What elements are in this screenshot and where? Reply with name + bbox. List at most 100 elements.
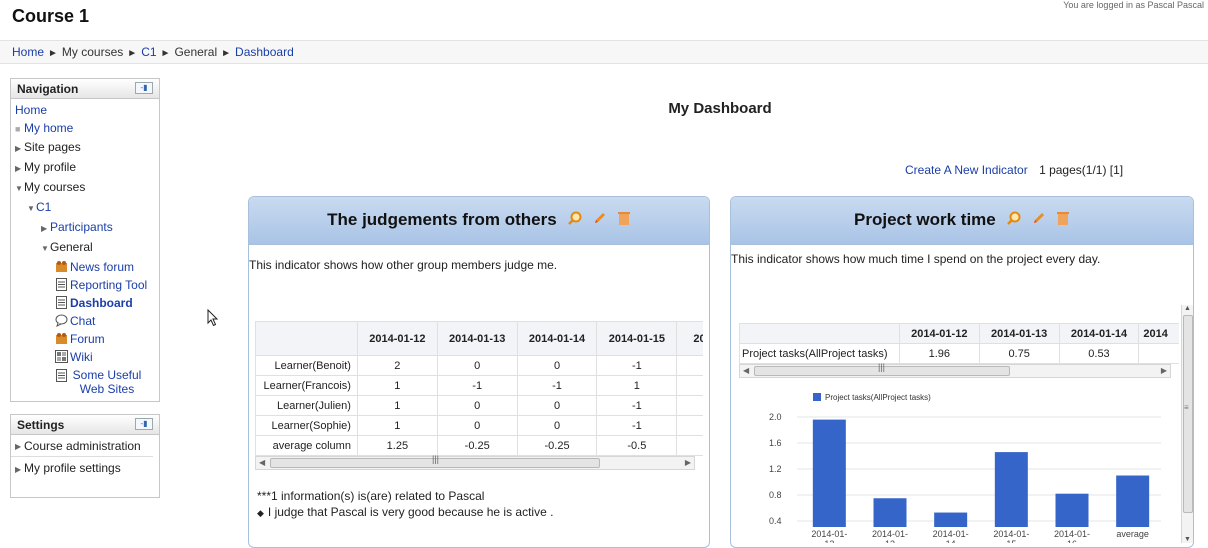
table-cell: -0.25 [516, 435, 598, 456]
table-row: Learner(Benoit) 2 0 0 -1 [255, 355, 703, 376]
chart-x-tick: average [1116, 529, 1149, 539]
bar-chart: Project tasks(AllProject tasks) 2.0 1.6 1.… [769, 393, 1161, 543]
nav-home-link[interactable]: Home [15, 103, 47, 117]
nav-general-label[interactable]: General [50, 240, 93, 254]
chart-y-tick: 1.6 [769, 438, 782, 448]
breadcrumb-separator-icon: ► [160, 48, 171, 59]
scroll-left-icon[interactable]: ◀ [259, 458, 265, 467]
breadcrumb-home[interactable]: Home [12, 45, 44, 59]
settings-course-admin-label[interactable]: Course administration [24, 439, 144, 456]
nav-item-my-profile[interactable]: ▶ My profile [11, 158, 159, 178]
course-title: Course 1 [12, 6, 90, 26]
nav-item-c1[interactable]: ▼C1 [11, 198, 159, 218]
table-horizontal-scrollbar[interactable]: ◀ ||| ▶ [255, 454, 695, 470]
table-cell: 1.25 [356, 435, 438, 456]
table-header-cell: 2014-01-13 [978, 323, 1060, 344]
nav-some-useful-link[interactable]: Some Useful Web Sites [70, 366, 144, 396]
nav-news-forum-link[interactable]: News forum [70, 260, 134, 274]
table-cell: 0 [436, 415, 518, 436]
nav-item-site-pages[interactable]: ▶ Site pages [11, 138, 159, 158]
chat-icon [55, 314, 68, 327]
nav-item-participants[interactable]: ▶ Participants [11, 218, 159, 238]
scrollbar-thumb[interactable] [1183, 315, 1193, 513]
collapsed-arrow-icon: ▶ [15, 144, 22, 153]
breadcrumb-c1[interactable]: C1 [141, 45, 156, 59]
dock-icon[interactable]: -▮ [135, 418, 153, 430]
nav-reporting-tool-link[interactable]: Reporting Tool [70, 278, 147, 292]
scroll-left-icon[interactable]: ◀ [743, 366, 749, 375]
nav-item-chat[interactable]: Chat [11, 312, 159, 330]
delete-icon[interactable] [1056, 210, 1070, 226]
nav-item-some-useful[interactable]: Some Useful Web Sites [11, 366, 159, 396]
table-cell: 0 [436, 355, 518, 376]
search-icon[interactable] [1006, 210, 1022, 226]
chart-bars [812, 419, 1150, 527]
nav-item-forum[interactable]: Forum [11, 330, 159, 348]
nav-c1-link[interactable]: C1 [36, 200, 51, 214]
edit-icon[interactable] [1031, 210, 1047, 226]
table-header-cell: 2014 [676, 321, 703, 356]
nav-item-wiki[interactable]: Wiki [11, 348, 159, 366]
table-row-label: Learner(Benoit) [255, 355, 358, 376]
edit-icon[interactable] [592, 210, 608, 226]
chart-x-tick-line2: 14 [946, 539, 956, 543]
nav-item-reporting-tool[interactable]: Reporting Tool [11, 276, 159, 294]
table-cell: 2 [356, 355, 438, 376]
table-row: Project tasks(AllProject tasks) 1.96 0.7… [739, 343, 1179, 364]
scroll-right-icon[interactable]: ▶ [685, 458, 691, 467]
nav-chat-link[interactable]: Chat [70, 314, 95, 328]
table-cell [676, 375, 703, 396]
nav-item-general[interactable]: ▼General [11, 238, 159, 258]
delete-icon[interactable] [617, 210, 631, 226]
nav-site-pages-label[interactable]: Site pages [24, 140, 81, 154]
document-icon [56, 296, 67, 309]
table-cell: -1 [436, 375, 518, 396]
breadcrumb-my-courses[interactable]: My courses [62, 45, 123, 59]
panel-vertical-scrollbar[interactable]: ▲ ≡ ▼ [1181, 305, 1193, 543]
table-header-cell: 2014-01-13 [436, 321, 518, 356]
nav-participants-link[interactable]: Participants [50, 220, 113, 234]
table-cell: -1 [596, 355, 678, 376]
nav-item-my-home[interactable]: ■ My home [11, 119, 159, 138]
chart-bar [812, 419, 846, 527]
table-header-cell: 2014-01-14 [516, 321, 598, 356]
breadcrumb-general[interactable]: General [174, 45, 217, 59]
nav-forum-link[interactable]: Forum [70, 332, 105, 346]
judgement-table-wrapper: 2014-01-12 2014-01-13 2014-01-14 2014-01… [255, 321, 703, 470]
nav-item-home[interactable]: Home [11, 101, 159, 119]
table-cell: -1 [596, 395, 678, 416]
settings-item-course-admin[interactable]: ▶ Course administration [11, 435, 153, 457]
create-indicator-link[interactable]: Create A New Indicator [905, 163, 1028, 177]
table-row: Learner(Julien) 1 0 0 -1 [255, 395, 703, 416]
nav-item-my-courses[interactable]: ▼My courses [11, 178, 159, 198]
scroll-up-icon[interactable]: ▲ [1184, 305, 1191, 312]
nav-my-home-link[interactable]: My home [24, 121, 73, 135]
nav-item-dashboard[interactable]: Dashboard [11, 294, 159, 312]
search-icon[interactable] [567, 210, 583, 226]
nav-item-news-forum[interactable]: News forum [11, 258, 159, 276]
panel-description: This indicator shows how other group mem… [249, 258, 558, 272]
scroll-down-icon[interactable]: ▼ [1184, 536, 1191, 543]
nav-dashboard-link[interactable]: Dashboard [70, 296, 133, 310]
table-row: Learner(Sophie) 1 0 0 -1 [255, 415, 703, 436]
table-cell: 1 [356, 395, 438, 416]
judgement-item: ◆ I judge that Pascal is very good becaus… [257, 505, 553, 519]
dock-icon[interactable]: -▮ [135, 82, 153, 94]
navigation-header: Navigation -▮ [11, 79, 159, 99]
table-row: Learner(Francois) 1 -1 -1 1 [255, 375, 703, 396]
document-icon [56, 278, 67, 291]
settings-item-profile-settings[interactable]: ▶ My profile settings [11, 457, 159, 475]
scroll-right-icon[interactable]: ▶ [1161, 366, 1167, 375]
settings-profile-label[interactable]: My profile settings [24, 461, 121, 475]
nav-wiki-link[interactable]: Wiki [70, 350, 93, 364]
breadcrumb: Home ► My courses ► C1 ► General ► Dashboard [0, 40, 1208, 64]
table-horizontal-scrollbar[interactable]: ◀ ||| ▶ [739, 362, 1171, 378]
panel-actions [567, 198, 630, 244]
nav-my-courses-label[interactable]: My courses [24, 180, 85, 194]
pages-indicator[interactable]: 1 pages(1/1) [1] [1039, 163, 1123, 177]
chart-x-tick: 2014-01- [993, 529, 1029, 539]
table-cell: 0.53 [1058, 343, 1140, 364]
breadcrumb-dashboard[interactable]: Dashboard [235, 45, 294, 59]
table-cell: 0 [436, 395, 518, 416]
nav-my-profile-label[interactable]: My profile [24, 160, 76, 174]
